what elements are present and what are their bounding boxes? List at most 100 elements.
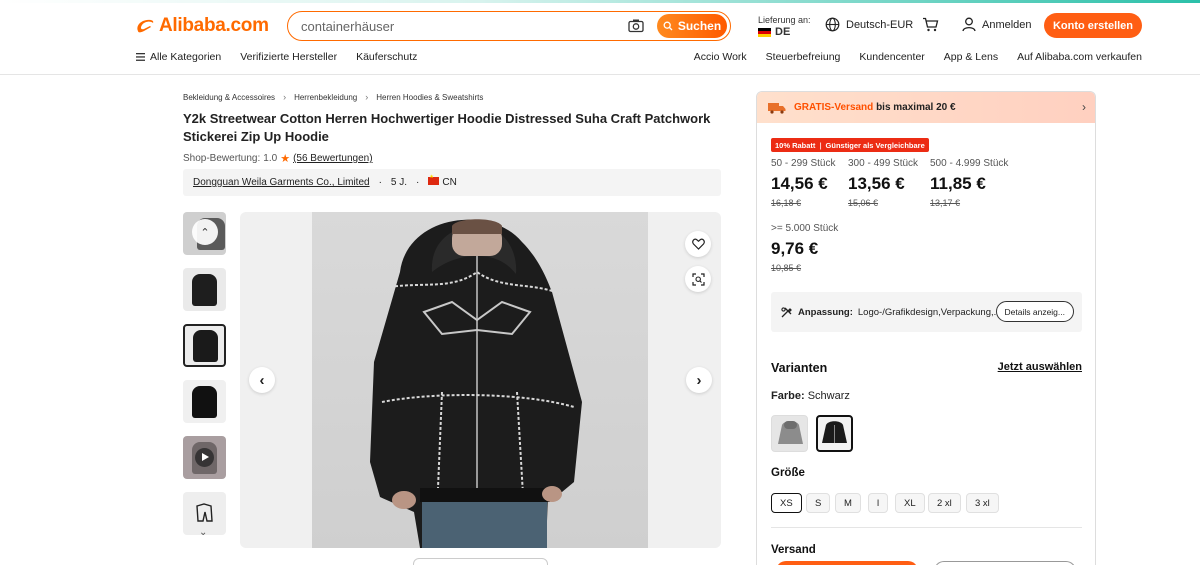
breadcrumb: Bekleidung & Accessoires › Herrenbekleid… bbox=[183, 92, 483, 102]
price-tier: >= 5.000 Stück 9,76 € 10,85 € bbox=[771, 223, 838, 273]
scroll-down-icon[interactable]: ⌄ bbox=[199, 527, 207, 538]
tier-quantity: 500 - 4.999 Stück bbox=[930, 158, 1009, 169]
nav-customer-center[interactable]: Kundencenter bbox=[859, 51, 924, 63]
thumbnail[interactable]: ⌃ bbox=[183, 212, 226, 255]
thumbnail[interactable] bbox=[183, 268, 226, 311]
details-button[interactable]: Details anzeig... bbox=[995, 301, 1074, 322]
alibaba-logo[interactable]: Alibaba.com bbox=[135, 15, 269, 37]
language-currency-label: Deutsch-EUR bbox=[846, 18, 914, 31]
star-icon: ★ bbox=[280, 153, 291, 165]
purchase-panel: GRATIS-Versand bis maximal 20 € › 10% Ra… bbox=[756, 91, 1096, 565]
chevron-left-icon: ‹ bbox=[259, 371, 265, 389]
customization-box: Anpassung: Logo-/Grafikdesign,Verpackung… bbox=[771, 292, 1082, 332]
supplier-country: CN bbox=[428, 174, 457, 188]
tier-quantity: 300 - 499 Stück bbox=[848, 158, 919, 169]
menu-icon bbox=[136, 53, 145, 61]
search-bar: Suchen bbox=[287, 11, 731, 41]
previous-image-button[interactable]: ‹ bbox=[249, 367, 275, 393]
divider bbox=[771, 527, 1082, 528]
camera-search-icon[interactable] bbox=[627, 17, 645, 35]
nav-left: Alle Kategorien Verifizierte Hersteller … bbox=[136, 51, 417, 63]
size-option-s[interactable]: S bbox=[806, 493, 831, 513]
nav-all-categories[interactable]: Alle Kategorien bbox=[136, 51, 221, 63]
nav-item-label: Alle Kategorien bbox=[150, 51, 222, 63]
tier-old-price: 10,85 € bbox=[771, 263, 802, 273]
next-image-button[interactable]: › bbox=[686, 367, 712, 393]
delivery-country: DE bbox=[775, 26, 791, 38]
free-shipping-limit: bis maximal 20 € bbox=[876, 102, 956, 113]
size-title: Größe bbox=[771, 467, 805, 479]
image-search-icon bbox=[691, 272, 705, 286]
germany-flag-icon bbox=[758, 27, 771, 37]
customization-label: Anpassung: bbox=[798, 306, 853, 318]
logo-text: Alibaba.com bbox=[159, 15, 269, 36]
login-label: Anmelden bbox=[982, 18, 1032, 31]
supplier-name-link[interactable]: Dongguan Weila Garments Co., Limited bbox=[193, 177, 370, 188]
create-account-button[interactable]: Konto erstellen bbox=[1044, 13, 1142, 38]
tier-old-price: 16,18 € bbox=[771, 198, 802, 208]
select-now-link[interactable]: Jetzt auswählen bbox=[998, 361, 1082, 373]
color-label-row: Farbe: Schwarz bbox=[771, 390, 850, 402]
badge-separator: | bbox=[819, 140, 822, 150]
scroll-up-icon[interactable]: ⌃ bbox=[192, 219, 218, 245]
size-option-m[interactable]: M bbox=[835, 493, 861, 513]
delivery-location[interactable]: Lieferung an: DE bbox=[758, 14, 811, 38]
nav-sell-on-alibaba[interactable]: Auf Alibaba.com verkaufen bbox=[1017, 51, 1142, 63]
tier-quantity: 50 - 299 Stück bbox=[771, 158, 836, 169]
cheaper-badge: Günstiger als Vergleichbare bbox=[825, 140, 925, 150]
thumbnail[interactable] bbox=[183, 380, 226, 423]
reviews-link[interactable]: (56 Bewertungen) bbox=[293, 153, 373, 164]
thumbnail-selected[interactable] bbox=[183, 324, 226, 367]
nav-buyer-protection[interactable]: Käuferschutz bbox=[356, 51, 417, 63]
login-button[interactable]: Anmelden bbox=[962, 17, 1032, 32]
shipping-section-title: Versand bbox=[771, 544, 816, 556]
cart-icon bbox=[923, 17, 939, 32]
rating-label: Shop-Bewertung: bbox=[183, 153, 261, 164]
china-flag-icon bbox=[428, 174, 440, 185]
free-shipping-banner[interactable]: GRATIS-Versand bis maximal 20 € › bbox=[757, 92, 1095, 123]
favorite-button[interactable] bbox=[685, 231, 711, 257]
hoodie-illustration bbox=[370, 219, 582, 548]
search-input[interactable] bbox=[288, 18, 627, 34]
size-option-xs[interactable]: XS bbox=[771, 493, 802, 513]
size-option-xl[interactable]: XL bbox=[895, 493, 925, 513]
image-tab-bar[interactable] bbox=[413, 558, 548, 565]
nav-accio-work[interactable]: Accio Work bbox=[694, 51, 747, 63]
color-swatch-black[interactable] bbox=[816, 415, 853, 452]
image-search-button[interactable] bbox=[685, 266, 711, 292]
black-hoodie-image bbox=[822, 421, 847, 443]
site-header: Alibaba.com Suchen Lieferung an: DE bbox=[0, 3, 1200, 75]
tools-icon bbox=[781, 306, 792, 317]
rating-value: 1.0 bbox=[263, 153, 278, 164]
play-icon bbox=[195, 448, 214, 467]
thumbnail-video[interactable] bbox=[183, 436, 226, 479]
breadcrumb-item[interactable]: Bekleidung & Accessoires bbox=[183, 93, 275, 102]
size-option-l[interactable]: l bbox=[868, 493, 889, 513]
nav-tax-exemption[interactable]: Steuerbefreiung bbox=[766, 51, 841, 63]
nav-right: Accio Work Steuerbefreiung Kundencenter … bbox=[694, 51, 1142, 63]
primary-cta-button[interactable] bbox=[776, 561, 918, 565]
breadcrumb-separator-icon: › bbox=[365, 92, 369, 102]
breadcrumb-item[interactable]: Herren Hoodies & Sweatshirts bbox=[376, 93, 483, 102]
truck-icon bbox=[768, 102, 786, 114]
price-tier: 500 - 4.999 Stück 11,85 € 13,17 € bbox=[930, 158, 1008, 208]
tier-price: 9,76 € bbox=[771, 239, 819, 258]
search-button[interactable]: Suchen bbox=[657, 14, 727, 38]
size-option-3xl[interactable]: 3 xl bbox=[966, 493, 999, 513]
thumbnail-hoodie-image bbox=[192, 386, 217, 418]
secondary-cta-button[interactable] bbox=[934, 561, 1076, 565]
nav-app-lens[interactable]: App & Lens bbox=[944, 51, 998, 63]
search-button-label: Suchen bbox=[677, 19, 722, 33]
gray-hoodie-image bbox=[778, 421, 803, 444]
user-icon bbox=[962, 17, 976, 32]
nav-verified-manufacturers[interactable]: Verifizierte Hersteller bbox=[240, 51, 337, 63]
tier-price: 14,56 € bbox=[771, 174, 828, 193]
size-option-2xl[interactable]: 2 xl bbox=[928, 493, 961, 513]
language-currency-selector[interactable]: Deutsch-EUR bbox=[825, 17, 913, 32]
chevron-right-icon: › bbox=[1082, 100, 1086, 114]
main-product-image: ‹ › bbox=[240, 212, 721, 548]
tier-price: 13,56 € bbox=[848, 174, 905, 193]
breadcrumb-item[interactable]: Herrenbekleidung bbox=[294, 93, 357, 102]
cart-button[interactable] bbox=[922, 17, 939, 32]
color-swatch-gray[interactable] bbox=[771, 415, 808, 452]
